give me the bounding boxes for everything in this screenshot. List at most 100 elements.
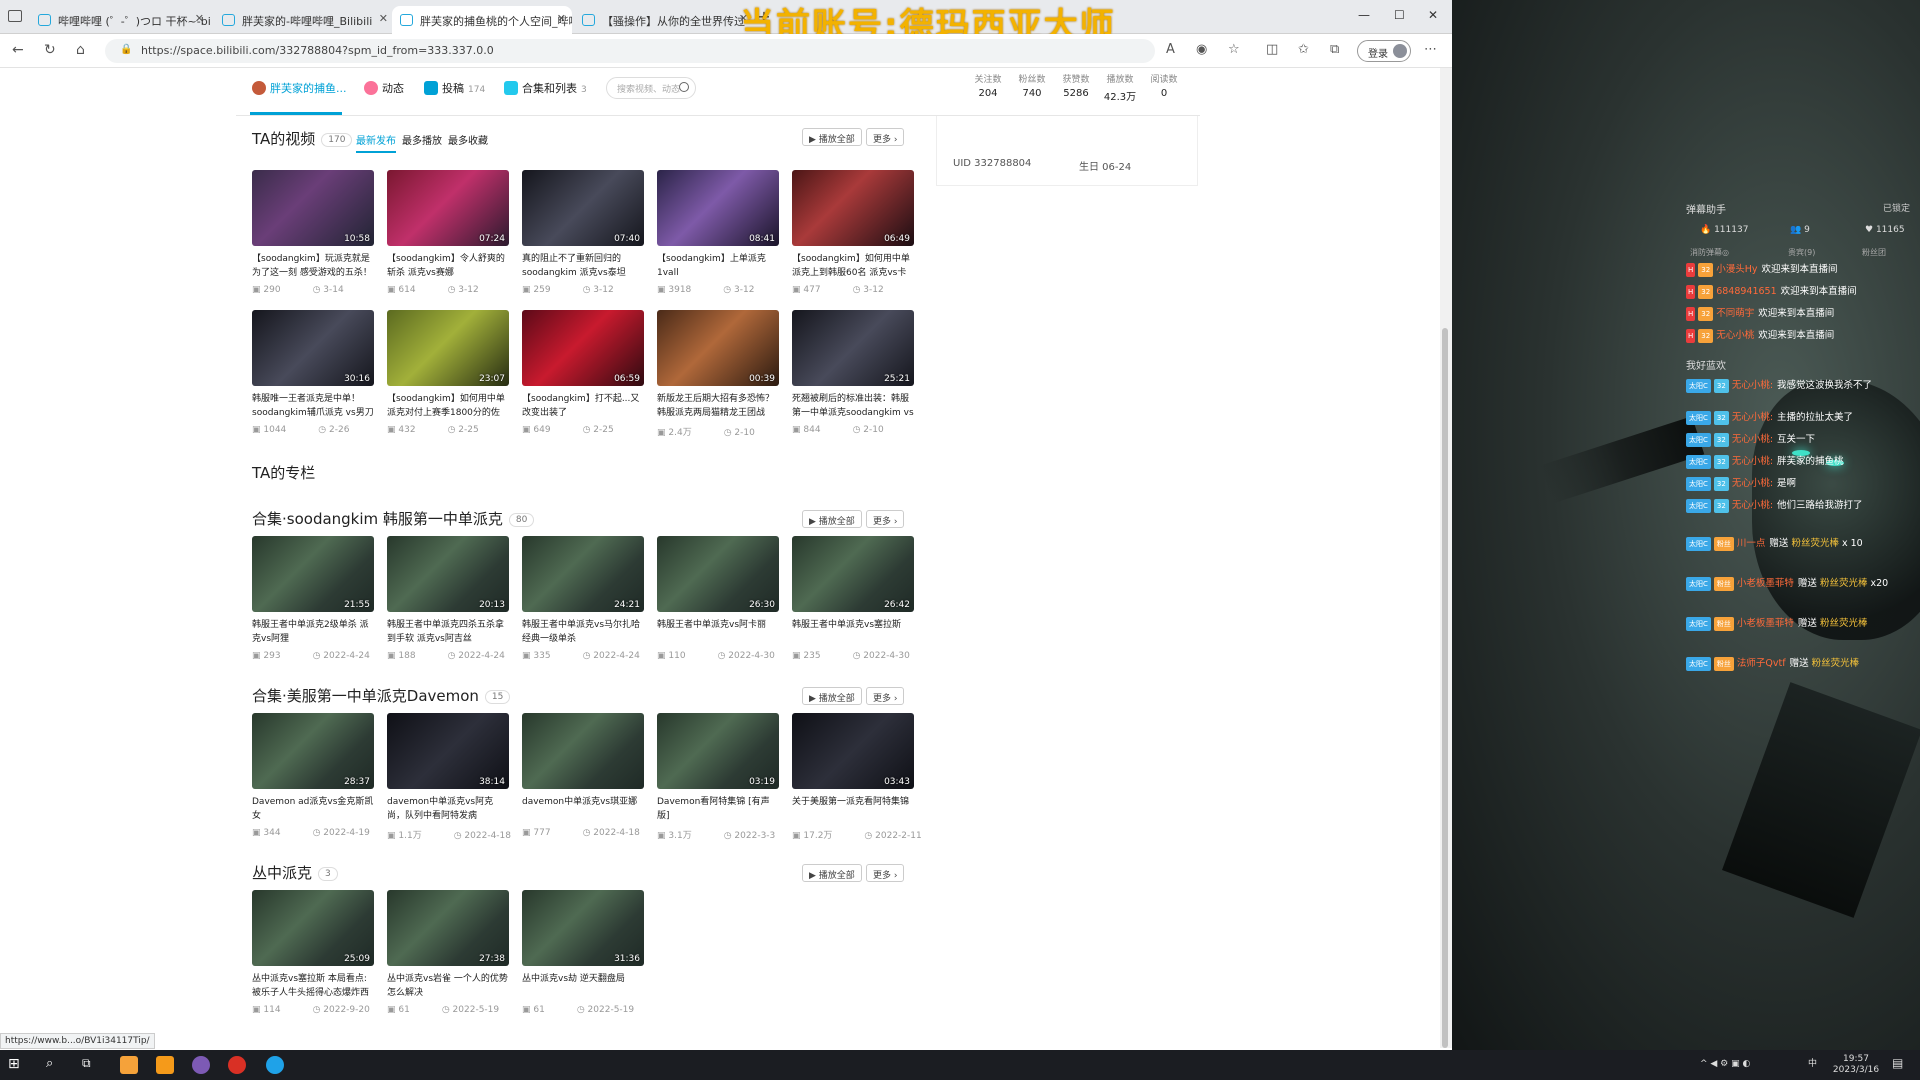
video-card[interactable]: 30:16 韩服唯一王者派克是中单！soodangkim辅爪派克 vs男刀 ▣ 10… [252,310,374,435]
more-button[interactable]: 更多 › [866,864,905,882]
video-thumbnail[interactable]: 06:49 [792,170,914,246]
close-tab-icon[interactable]: ✕ [195,12,204,25]
video-title[interactable]: 丛中派克vs岩雀 一个人的优势怎么解决 [387,972,509,1000]
space-search-input[interactable]: 搜索视频、动态 [606,77,696,99]
window-menu-icon[interactable] [8,10,22,22]
ime-indicator[interactable]: 中 [1808,1059,1817,1070]
video-thumbnail[interactable] [522,713,644,789]
scrollbar-thumb[interactable] [1442,328,1448,1048]
close-tab-icon[interactable]: ✕ [557,12,566,25]
video-thumbnail[interactable]: 03:19 [657,713,779,789]
more-button[interactable]: 更多 › [866,128,905,146]
video-thumbnail[interactable]: 31:36 [522,890,644,966]
video-card[interactable]: 03:43 关于美服第一派克看阿特集锦 ▣ 17.2万 ◷ 2022-2-11 [792,713,922,841]
video-card[interactable]: 38:14 davemon中单派克vs阿克尚，队列中看阿特发病 ▣ 1.1万 ◷ 20… [387,713,511,841]
play-all-button[interactable]: ▶ 播放全部 [802,687,862,705]
stat-followers[interactable]: 粉丝数 740 [1010,72,1054,99]
video-thumbnail[interactable]: 23:07 [387,310,509,386]
video-thumbnail[interactable]: 25:09 [252,890,374,966]
nav-collections[interactable]: 合集和列表 3 [504,80,587,104]
subtab-most-played[interactable]: 最多播放 [402,132,442,147]
play-all-button[interactable]: ▶ 播放全部 [802,864,862,882]
video-card[interactable]: 06:49 【soodangkim】如何用中单派克上到韩服60名 派克vs卡 ▣ 4… [792,170,914,295]
video-card[interactable]: 07:24 【soodangkim】令人舒爽的斩杀 派克vs赛娜 ▣ 614 ◷ 3-… [387,170,509,295]
search-taskbar-icon[interactable]: ⌕ [46,1056,64,1074]
video-thumbnail[interactable]: 03:43 [792,713,914,789]
nav-dynamic[interactable]: 动态 [364,80,404,104]
nick[interactable]: 6848941651 [1716,286,1776,297]
tab-bilibili-home[interactable]: 哔哩哔哩 (゜-゜)つロ 干杯~-bili ✕ [30,6,210,34]
refresh-icon[interactable]: ↻ [44,42,56,58]
stat-following[interactable]: 关注数 204 [966,72,1010,99]
video-title[interactable]: 韩服唯一王者派克是中单！soodangkim辅爪派克 vs男刀 [252,392,374,420]
video-title[interactable]: davemon中单派克vs阿克尚，队列中看阿特发病 [387,795,509,823]
video-card[interactable]: 03:19 Davemon看阿特集锦 [有声版] ▣ 3.1万 ◷ 2022-3-3 [657,713,779,841]
video-title[interactable]: 【soodangkim】令人舒爽的斩杀 派克vs赛娜 [387,252,509,280]
video-thumbnail[interactable]: 28:37 [252,713,374,789]
tab-bilibili-clip[interactable]: 【骚操作】从你的全世界传过 ✕ [574,6,754,34]
subtab-latest[interactable]: 最新发布 [356,132,396,153]
collections-icon[interactable]: ⧉ [1330,42,1339,57]
nick[interactable]: 川一点 [1737,538,1766,549]
video-title[interactable]: 【soodangkim】玩派克就是为了这一刻 感受游戏的五杀！ [252,252,374,280]
home-icon[interactable]: ⌂ [76,42,85,58]
video-title[interactable]: 【soodangkim】打不起...又改变出装了 [522,392,644,420]
more-menu-icon[interactable]: ⋯ [1424,42,1437,57]
video-title[interactable]: 新版龙王后期大招有多恐怖？韩服派克两局猫精龙王团战 [657,392,779,420]
read-aloud-icon[interactable]: A [1166,42,1175,57]
tray-icons[interactable]: ^ ◀ ⚙ ▣ ◐ [1700,1059,1750,1070]
video-title[interactable]: 韩服王者中单派克四杀五杀拿到手软 派克vs阿吉丝 [387,618,509,646]
video-thumbnail[interactable]: 08:41 [657,170,779,246]
nick[interactable]: 无心小桃: [1732,380,1773,391]
video-title[interactable]: 【soodangkim】上单派克 1vall [657,252,779,280]
tab-bilibili-video[interactable]: 胖芙家的-哔哩哔哩_Bilibili ✕ [214,6,394,34]
nick[interactable]: 无心小桃: [1732,434,1773,445]
minimize-icon[interactable]: — [1358,8,1370,22]
nick[interactable]: 无心小桃: [1732,478,1773,489]
video-card[interactable]: 26:30 韩服王者中单派克vs阿卡丽 ▣ 110 ◷ 2022-4-30 [657,536,779,661]
nav-home[interactable]: 胖芙家的捕鱼... [252,80,347,104]
video-card[interactable]: 26:42 韩服王者中单派克vs塞拉斯 ▣ 235 ◷ 2022-4-30 [792,536,914,661]
more-button[interactable]: 更多 › [866,510,905,528]
tab-user-space[interactable]: 胖芙家的捕鱼桃的个人空间_哔哩 ✕ [392,6,572,34]
video-card[interactable]: 25:09 丛中派克vs塞拉斯 本局看点:被乐子人牛头摇得心态爆炸西 ▣ 114 ◷ … [252,890,374,1015]
login-button[interactable]: 登录 [1357,40,1411,62]
play-all-button[interactable]: ▶ 播放全部 [802,510,862,528]
nick[interactable]: 无心小桃 [1716,330,1754,341]
video-title[interactable]: 【soodangkim】如何用中单派克对付上赛季1800分的佐 [387,392,509,420]
nick[interactable]: 法师子Qvtf [1737,658,1786,669]
app-icon[interactable] [120,1056,138,1074]
back-icon[interactable]: ← [12,42,24,58]
nick[interactable]: 小漫头Hy [1716,264,1757,275]
nick[interactable]: 无心小桃: [1732,500,1773,511]
video-card[interactable]: 21:55 韩服王者中单派克2级单杀 派克vs阿狸 ▣ 293 ◷ 2022-4-24 [252,536,374,661]
extension-icon[interactable]: ◉ [1196,42,1207,57]
video-thumbnail[interactable]: 26:42 [792,536,914,612]
nick[interactable]: 小老板墨菲特 [1737,578,1794,589]
video-card[interactable]: 31:36 丛中派克vs劫 逆天翻盘局 ▣ 61 ◷ 2022-5-19 [522,890,644,1015]
app-icon[interactable] [228,1056,246,1074]
maximize-icon[interactable]: ☐ [1394,8,1405,22]
video-title[interactable]: 韩服王者中单派克2级单杀 派克vs阿狸 [252,618,374,646]
subtab-most-favorited[interactable]: 最多收藏 [448,132,488,147]
notification-icon[interactable]: ▤ [1892,1057,1903,1069]
play-all-button[interactable]: ▶ 播放全部 [802,128,862,146]
more-button[interactable]: 更多 › [866,687,905,705]
video-card[interactable]: 10:58 【soodangkim】玩派克就是为了这一刻 感受游戏的五杀！ ▣ 29… [252,170,374,295]
nick[interactable]: 小老板墨菲特 [1737,618,1794,629]
video-thumbnail[interactable]: 00:39 [657,310,779,386]
nick[interactable]: 无心小桃: [1732,412,1773,423]
nick[interactable]: 不同萌宇 [1716,308,1754,319]
video-thumbnail[interactable]: 07:40 [522,170,644,246]
favorite-icon[interactable]: ☆ [1228,42,1240,57]
video-card[interactable]: 28:37 Davemon ad派克vs金克斯凯女 ▣ 344 ◷ 2022-4-19 [252,713,374,838]
video-thumbnail[interactable]: 20:13 [387,536,509,612]
video-thumbnail[interactable]: 38:14 [387,713,509,789]
video-thumbnail[interactable]: 30:16 [252,310,374,386]
close-tab-icon[interactable]: ✕ [379,12,388,25]
split-screen-icon[interactable]: ◫ [1266,42,1278,57]
video-card[interactable]: davemon中单派克vs琪亚娜 ▣ 777 ◷ 2022-4-18 [522,713,644,838]
video-thumbnail[interactable]: 06:59 [522,310,644,386]
chat-tab-vip[interactable]: 贵宾(9) [1788,247,1815,258]
video-thumbnail[interactable]: 21:55 [252,536,374,612]
